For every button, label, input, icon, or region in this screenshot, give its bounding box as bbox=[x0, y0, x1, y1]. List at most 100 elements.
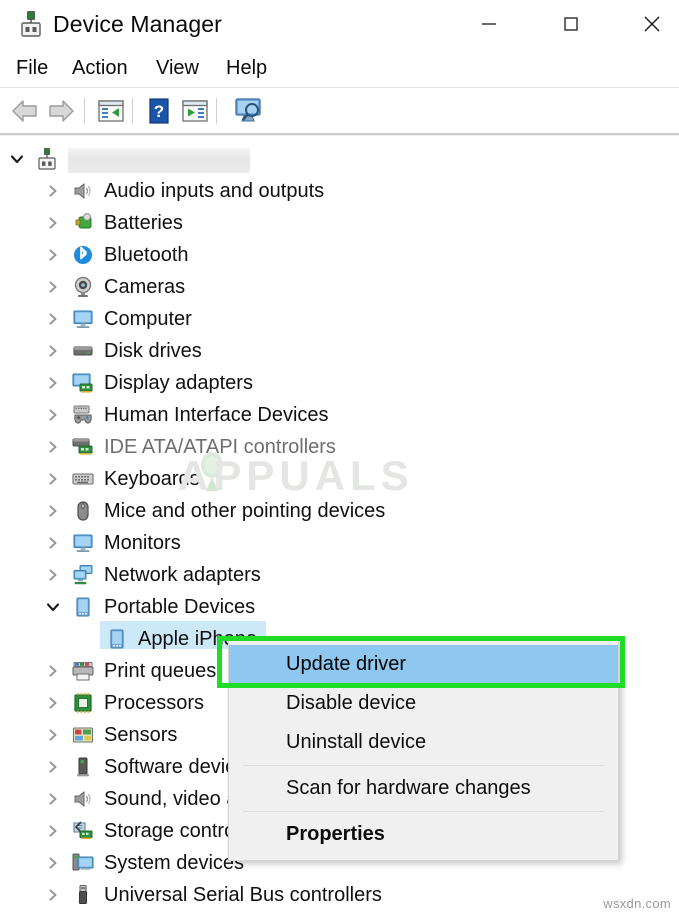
camera-icon bbox=[72, 276, 94, 298]
tree-item-display-adapters[interactable]: Display adapters bbox=[0, 367, 679, 399]
tree-item-monitors[interactable]: Monitors bbox=[0, 527, 679, 559]
title-bar: Device Manager bbox=[0, 0, 679, 48]
tree-item-label: Mice and other pointing devices bbox=[104, 500, 386, 522]
toolbar-divider-light bbox=[0, 135, 679, 136]
source-watermark: wsxdn.com bbox=[603, 896, 671, 911]
minimize-button[interactable] bbox=[461, 0, 517, 48]
chevron-right-icon[interactable] bbox=[42, 655, 64, 687]
tree-item-label: Monitors bbox=[104, 532, 181, 554]
tree-item-label: IDE ATA/ATAPI controllers bbox=[104, 436, 336, 458]
monitor-icon bbox=[72, 308, 94, 330]
toolbar-separator-1 bbox=[84, 98, 85, 124]
menu-action[interactable]: Action bbox=[68, 48, 132, 88]
system-device-icon bbox=[72, 852, 94, 874]
processor-icon bbox=[72, 692, 94, 714]
tree-item-label: Display adapters bbox=[104, 372, 253, 394]
menu-view[interactable]: View bbox=[152, 48, 203, 88]
speaker-icon bbox=[72, 788, 94, 810]
context-menu-separator-2 bbox=[243, 811, 604, 812]
tree-item-label: Sensors bbox=[104, 724, 178, 746]
tree-item-audio-inputs-and-outputs[interactable]: Audio inputs and outputs bbox=[0, 175, 679, 207]
device-manager-icon bbox=[16, 9, 46, 39]
properties-button[interactable] bbox=[94, 94, 128, 128]
chevron-right-icon[interactable] bbox=[42, 847, 64, 879]
chevron-right-icon[interactable] bbox=[42, 367, 64, 399]
chevron-right-icon[interactable] bbox=[42, 463, 64, 495]
context-menu-update-driver[interactable]: Update driver bbox=[229, 645, 618, 684]
back-button[interactable] bbox=[8, 94, 42, 128]
tree-item-portable-devices[interactable]: Portable Devices bbox=[0, 591, 679, 623]
hid-gamepad-icon bbox=[72, 404, 94, 426]
usb-icon bbox=[72, 884, 94, 906]
chevron-right-icon[interactable] bbox=[42, 559, 64, 591]
tree-item-label: Bluetooth bbox=[104, 244, 189, 266]
chevron-right-icon[interactable] bbox=[42, 207, 64, 239]
chevron-right-icon[interactable] bbox=[42, 783, 64, 815]
menu-help[interactable]: Help bbox=[222, 48, 271, 88]
tree-item-label: Cameras bbox=[104, 276, 186, 298]
context-menu-separator-1 bbox=[243, 765, 604, 766]
display-adapter-icon bbox=[72, 372, 94, 394]
bluetooth-icon bbox=[72, 244, 94, 266]
help-button[interactable]: ? bbox=[142, 94, 176, 128]
chevron-down-icon[interactable] bbox=[6, 143, 28, 175]
chevron-right-icon[interactable] bbox=[42, 687, 64, 719]
chevron-right-icon[interactable] bbox=[42, 815, 64, 847]
speaker-icon bbox=[72, 180, 94, 202]
tree-item-label: Network adapters bbox=[104, 564, 261, 586]
context-menu-uninstall-device[interactable]: Uninstall device bbox=[229, 723, 618, 762]
tree-item-mice-and-other-pointing-devices[interactable]: Mice and other pointing devices bbox=[0, 495, 679, 527]
chevron-right-icon[interactable] bbox=[42, 399, 64, 431]
computer-root-icon bbox=[36, 148, 58, 170]
chevron-right-icon[interactable] bbox=[42, 495, 64, 527]
show-hidden-devices-button[interactable] bbox=[178, 94, 212, 128]
forward-button[interactable] bbox=[44, 94, 78, 128]
storage-controller-icon bbox=[72, 820, 94, 842]
tree-item-label: Processors bbox=[104, 692, 205, 714]
tree-item-universal-serial-bus-controllers[interactable]: Universal Serial Bus controllers bbox=[0, 879, 679, 911]
context-menu-disable-device[interactable]: Disable device bbox=[229, 684, 618, 723]
chevron-right-icon[interactable] bbox=[42, 175, 64, 207]
tree-item-cameras[interactable]: Cameras bbox=[0, 271, 679, 303]
context-menu-properties[interactable]: Properties bbox=[229, 815, 618, 854]
tree-item-disk-drives[interactable]: Disk drives bbox=[0, 335, 679, 367]
chevron-right-icon[interactable] bbox=[42, 527, 64, 559]
tree-item-ide-ata-atapi-controllers[interactable]: IDE ATA/ATAPI controllers bbox=[0, 431, 679, 463]
tree-item-label: Computer bbox=[104, 308, 192, 330]
ide-controller-icon bbox=[72, 436, 94, 458]
tree-item-network-adapters[interactable]: Network adapters bbox=[0, 559, 679, 591]
tree-item-label: Keyboards bbox=[104, 468, 200, 490]
chevron-right-icon[interactable] bbox=[42, 335, 64, 367]
tree-item-label: Disk drives bbox=[104, 340, 202, 362]
context-menu-bottom-padding bbox=[229, 854, 618, 860]
tree-item-label: System devices bbox=[104, 852, 245, 874]
window-title: Device Manager bbox=[53, 11, 222, 37]
tree-item-batteries[interactable]: Batteries bbox=[0, 207, 679, 239]
chevron-right-icon[interactable] bbox=[42, 271, 64, 303]
redacted-computer-name bbox=[68, 148, 250, 173]
tree-item-label: Universal Serial Bus controllers bbox=[104, 884, 382, 906]
chevron-right-icon[interactable] bbox=[42, 879, 64, 911]
network-adapter-icon bbox=[72, 564, 94, 586]
chevron-right-icon[interactable] bbox=[42, 719, 64, 751]
keyboard-icon bbox=[72, 468, 94, 490]
toolbar-separator-2 bbox=[132, 98, 133, 124]
chevron-right-icon[interactable] bbox=[42, 239, 64, 271]
tree-item-human-interface-devices[interactable]: Human Interface Devices bbox=[0, 399, 679, 431]
chevron-right-icon[interactable] bbox=[42, 303, 64, 335]
tree-item-computer[interactable]: Computer bbox=[0, 303, 679, 335]
chevron-right-icon[interactable] bbox=[42, 751, 64, 783]
chevron-down-icon[interactable] bbox=[42, 591, 64, 623]
context-menu-scan-for-hardware-changes[interactable]: Scan for hardware changes bbox=[229, 769, 618, 808]
menu-file[interactable]: File bbox=[12, 48, 52, 88]
tree-item-label: Batteries bbox=[104, 212, 183, 234]
scan-hardware-changes-button[interactable] bbox=[228, 94, 268, 128]
tree-item-keyboards[interactable]: Keyboards bbox=[0, 463, 679, 495]
monitor-icon bbox=[72, 532, 94, 554]
maximize-button[interactable] bbox=[543, 0, 599, 48]
chevron-right-icon[interactable] bbox=[42, 431, 64, 463]
tree-item-label: Portable Devices bbox=[104, 596, 256, 618]
svg-text:?: ? bbox=[154, 102, 164, 121]
close-button[interactable] bbox=[624, 0, 679, 48]
tree-item-bluetooth[interactable]: Bluetooth bbox=[0, 239, 679, 271]
